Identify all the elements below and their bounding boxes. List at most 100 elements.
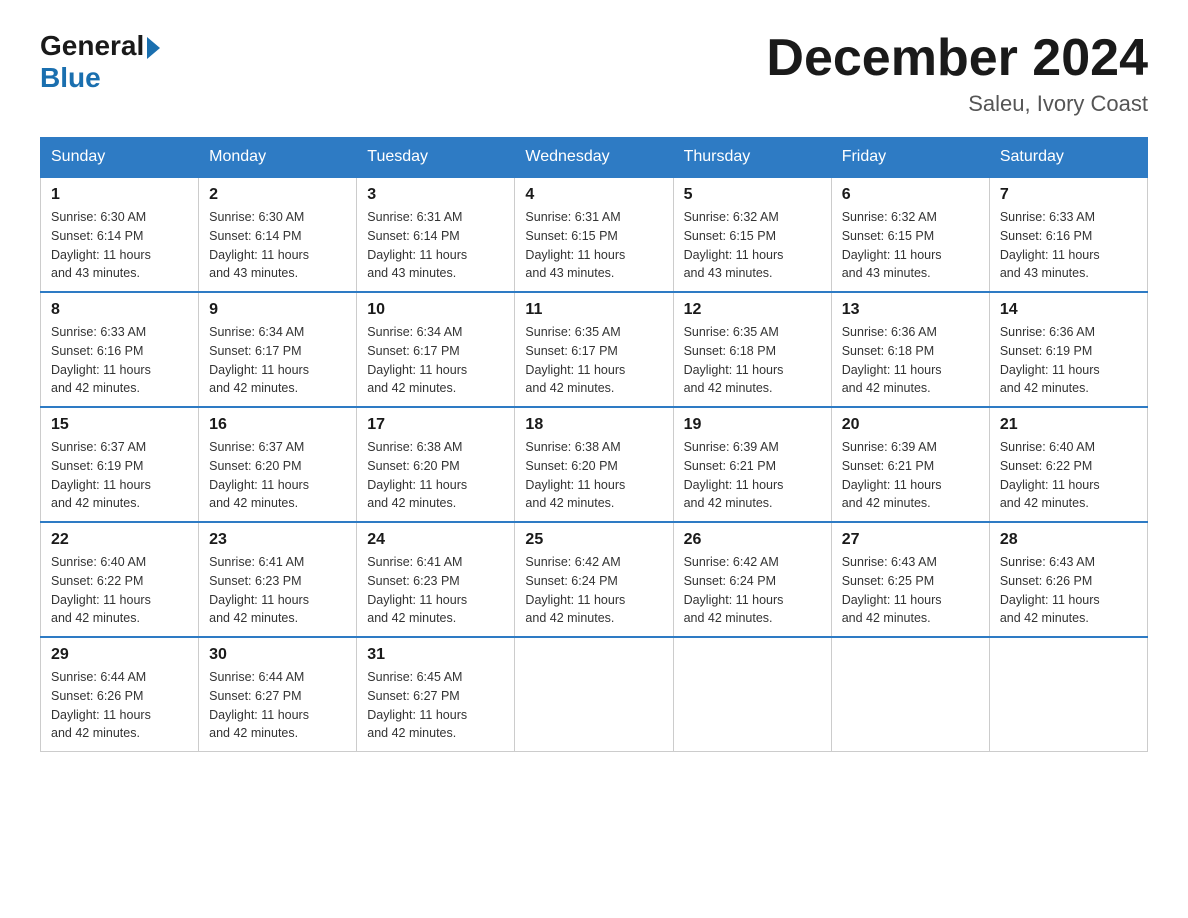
calendar-day: 29 Sunrise: 6:44 AMSunset: 6:26 PMDaylig… (41, 637, 199, 752)
calendar-day (989, 637, 1147, 752)
day-number: 13 (842, 301, 979, 319)
calendar-day: 26 Sunrise: 6:42 AMSunset: 6:24 PMDaylig… (673, 522, 831, 637)
calendar-day: 11 Sunrise: 6:35 AMSunset: 6:17 PMDaylig… (515, 292, 673, 407)
day-number: 28 (1000, 531, 1137, 549)
weekday-header-wednesday: Wednesday (515, 138, 673, 178)
calendar-day: 13 Sunrise: 6:36 AMSunset: 6:18 PMDaylig… (831, 292, 989, 407)
calendar-day: 25 Sunrise: 6:42 AMSunset: 6:24 PMDaylig… (515, 522, 673, 637)
calendar-day: 17 Sunrise: 6:38 AMSunset: 6:20 PMDaylig… (357, 407, 515, 522)
day-number: 6 (842, 186, 979, 204)
calendar-day: 28 Sunrise: 6:43 AMSunset: 6:26 PMDaylig… (989, 522, 1147, 637)
day-number: 1 (51, 186, 188, 204)
day-info: Sunrise: 6:33 AMSunset: 6:16 PMDaylight:… (51, 323, 188, 398)
day-number: 10 (367, 301, 504, 319)
calendar-title: December 2024 (766, 30, 1148, 87)
day-info: Sunrise: 6:43 AMSunset: 6:25 PMDaylight:… (842, 553, 979, 628)
calendar-day: 2 Sunrise: 6:30 AMSunset: 6:14 PMDayligh… (199, 177, 357, 292)
day-info: Sunrise: 6:36 AMSunset: 6:18 PMDaylight:… (842, 323, 979, 398)
day-number: 9 (209, 301, 346, 319)
weekday-header-row: SundayMondayTuesdayWednesdayThursdayFrid… (41, 138, 1148, 178)
calendar-week-3: 15 Sunrise: 6:37 AMSunset: 6:19 PMDaylig… (41, 407, 1148, 522)
weekday-header-monday: Monday (199, 138, 357, 178)
calendar-day: 1 Sunrise: 6:30 AMSunset: 6:14 PMDayligh… (41, 177, 199, 292)
day-number: 30 (209, 646, 346, 664)
calendar-day: 3 Sunrise: 6:31 AMSunset: 6:14 PMDayligh… (357, 177, 515, 292)
calendar-day: 23 Sunrise: 6:41 AMSunset: 6:23 PMDaylig… (199, 522, 357, 637)
day-number: 14 (1000, 301, 1137, 319)
day-number: 12 (684, 301, 821, 319)
day-info: Sunrise: 6:39 AMSunset: 6:21 PMDaylight:… (684, 438, 821, 513)
day-number: 24 (367, 531, 504, 549)
calendar-body: 1 Sunrise: 6:30 AMSunset: 6:14 PMDayligh… (41, 177, 1148, 752)
day-info: Sunrise: 6:45 AMSunset: 6:27 PMDaylight:… (367, 668, 504, 743)
weekday-header-thursday: Thursday (673, 138, 831, 178)
page-header: General Blue December 2024 Saleu, Ivory … (40, 30, 1148, 117)
day-number: 26 (684, 531, 821, 549)
day-number: 20 (842, 416, 979, 434)
calendar-week-5: 29 Sunrise: 6:44 AMSunset: 6:26 PMDaylig… (41, 637, 1148, 752)
calendar-day: 16 Sunrise: 6:37 AMSunset: 6:20 PMDaylig… (199, 407, 357, 522)
day-info: Sunrise: 6:40 AMSunset: 6:22 PMDaylight:… (1000, 438, 1137, 513)
calendar-week-2: 8 Sunrise: 6:33 AMSunset: 6:16 PMDayligh… (41, 292, 1148, 407)
day-info: Sunrise: 6:41 AMSunset: 6:23 PMDaylight:… (209, 553, 346, 628)
day-info: Sunrise: 6:38 AMSunset: 6:20 PMDaylight:… (367, 438, 504, 513)
calendar-subtitle: Saleu, Ivory Coast (766, 91, 1148, 117)
weekday-header-tuesday: Tuesday (357, 138, 515, 178)
calendar-table: SundayMondayTuesdayWednesdayThursdayFrid… (40, 137, 1148, 752)
day-info: Sunrise: 6:32 AMSunset: 6:15 PMDaylight:… (842, 208, 979, 283)
day-number: 18 (525, 416, 662, 434)
weekday-header-saturday: Saturday (989, 138, 1147, 178)
calendar-day (673, 637, 831, 752)
day-number: 5 (684, 186, 821, 204)
day-number: 15 (51, 416, 188, 434)
day-info: Sunrise: 6:30 AMSunset: 6:14 PMDaylight:… (209, 208, 346, 283)
day-info: Sunrise: 6:44 AMSunset: 6:27 PMDaylight:… (209, 668, 346, 743)
logo-triangle-icon (147, 37, 160, 59)
calendar-day (831, 637, 989, 752)
calendar-day: 18 Sunrise: 6:38 AMSunset: 6:20 PMDaylig… (515, 407, 673, 522)
calendar-day: 5 Sunrise: 6:32 AMSunset: 6:15 PMDayligh… (673, 177, 831, 292)
day-info: Sunrise: 6:36 AMSunset: 6:19 PMDaylight:… (1000, 323, 1137, 398)
day-info: Sunrise: 6:33 AMSunset: 6:16 PMDaylight:… (1000, 208, 1137, 283)
title-section: December 2024 Saleu, Ivory Coast (766, 30, 1148, 117)
day-number: 3 (367, 186, 504, 204)
logo: General Blue (40, 30, 160, 94)
calendar-day: 15 Sunrise: 6:37 AMSunset: 6:19 PMDaylig… (41, 407, 199, 522)
day-number: 29 (51, 646, 188, 664)
day-number: 11 (525, 301, 662, 319)
calendar-day: 30 Sunrise: 6:44 AMSunset: 6:27 PMDaylig… (199, 637, 357, 752)
calendar-header: SundayMondayTuesdayWednesdayThursdayFrid… (41, 138, 1148, 178)
day-number: 16 (209, 416, 346, 434)
logo-blue-text: Blue (40, 62, 101, 93)
day-info: Sunrise: 6:40 AMSunset: 6:22 PMDaylight:… (51, 553, 188, 628)
calendar-day: 24 Sunrise: 6:41 AMSunset: 6:23 PMDaylig… (357, 522, 515, 637)
calendar-day: 4 Sunrise: 6:31 AMSunset: 6:15 PMDayligh… (515, 177, 673, 292)
day-info: Sunrise: 6:44 AMSunset: 6:26 PMDaylight:… (51, 668, 188, 743)
calendar-day: 20 Sunrise: 6:39 AMSunset: 6:21 PMDaylig… (831, 407, 989, 522)
calendar-day: 31 Sunrise: 6:45 AMSunset: 6:27 PMDaylig… (357, 637, 515, 752)
day-number: 4 (525, 186, 662, 204)
day-info: Sunrise: 6:37 AMSunset: 6:20 PMDaylight:… (209, 438, 346, 513)
calendar-day: 22 Sunrise: 6:40 AMSunset: 6:22 PMDaylig… (41, 522, 199, 637)
day-number: 19 (684, 416, 821, 434)
day-info: Sunrise: 6:34 AMSunset: 6:17 PMDaylight:… (209, 323, 346, 398)
day-number: 31 (367, 646, 504, 664)
calendar-week-4: 22 Sunrise: 6:40 AMSunset: 6:22 PMDaylig… (41, 522, 1148, 637)
day-number: 8 (51, 301, 188, 319)
day-number: 21 (1000, 416, 1137, 434)
calendar-week-1: 1 Sunrise: 6:30 AMSunset: 6:14 PMDayligh… (41, 177, 1148, 292)
calendar-day: 10 Sunrise: 6:34 AMSunset: 6:17 PMDaylig… (357, 292, 515, 407)
day-number: 22 (51, 531, 188, 549)
day-number: 25 (525, 531, 662, 549)
day-info: Sunrise: 6:38 AMSunset: 6:20 PMDaylight:… (525, 438, 662, 513)
calendar-day: 27 Sunrise: 6:43 AMSunset: 6:25 PMDaylig… (831, 522, 989, 637)
calendar-day: 21 Sunrise: 6:40 AMSunset: 6:22 PMDaylig… (989, 407, 1147, 522)
day-info: Sunrise: 6:34 AMSunset: 6:17 PMDaylight:… (367, 323, 504, 398)
day-info: Sunrise: 6:31 AMSunset: 6:14 PMDaylight:… (367, 208, 504, 283)
day-info: Sunrise: 6:30 AMSunset: 6:14 PMDaylight:… (51, 208, 188, 283)
calendar-day: 7 Sunrise: 6:33 AMSunset: 6:16 PMDayligh… (989, 177, 1147, 292)
calendar-day (515, 637, 673, 752)
calendar-day: 9 Sunrise: 6:34 AMSunset: 6:17 PMDayligh… (199, 292, 357, 407)
day-number: 27 (842, 531, 979, 549)
weekday-header-friday: Friday (831, 138, 989, 178)
